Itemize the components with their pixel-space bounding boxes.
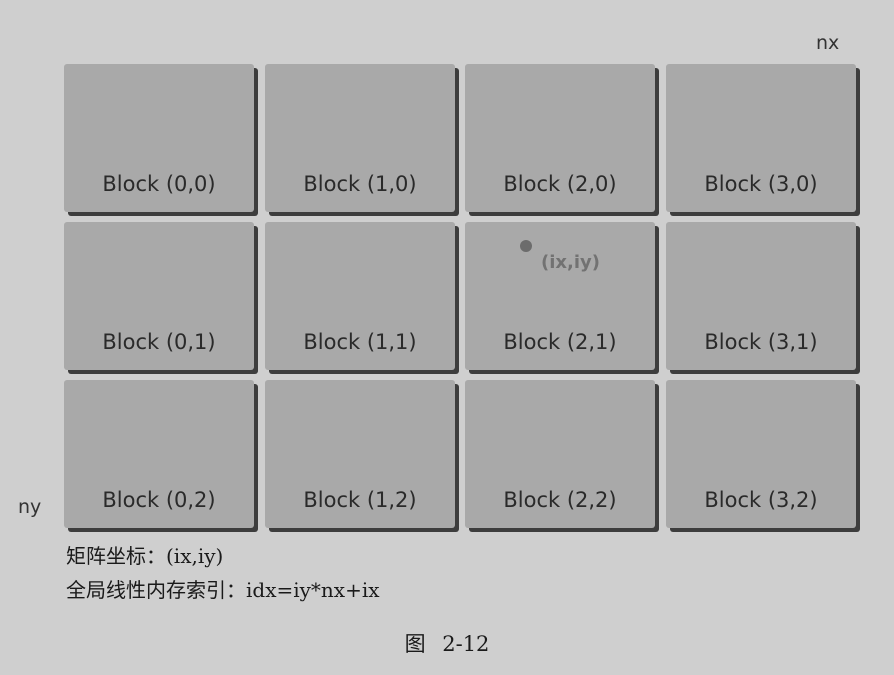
nx-axis-label: nx xyxy=(816,32,840,54)
block-3-2: Block (3,2) xyxy=(666,380,856,528)
thread-coordinate-label: (ix,iy) xyxy=(541,252,600,273)
block-1-2: Block (1,2) xyxy=(265,380,455,528)
block-label: Block (1,1) xyxy=(303,330,417,354)
block-label: Block (0,0) xyxy=(102,172,216,196)
block-label: Block (3,2) xyxy=(704,488,818,512)
block-label: Block (0,2) xyxy=(102,488,216,512)
block-2-2: Block (2,2) xyxy=(465,380,655,528)
block-label: Block (2,0) xyxy=(503,172,617,196)
block-label: Block (1,2) xyxy=(303,488,417,512)
block-0-2: Block (0,2) xyxy=(64,380,254,528)
block-0-1: Block (0,1) xyxy=(64,222,254,370)
block-label: Block (1,0) xyxy=(303,172,417,196)
block-3-1: Block (3,1) xyxy=(666,222,856,370)
block-grid: Block (0,0) Block (1,0) Block (2,0) Bloc… xyxy=(64,64,864,538)
block-label: Block (2,2) xyxy=(503,488,617,512)
ny-axis-label: ny xyxy=(18,496,42,518)
block-0-0: Block (0,0) xyxy=(64,64,254,212)
block-label: Block (0,1) xyxy=(102,330,216,354)
matrix-coordinate-caption: 矩阵坐标：(ix,iy) xyxy=(66,544,224,568)
block-1-1: Block (1,1) xyxy=(265,222,455,370)
global-index-caption: 全局线性内存索引：idx=iy*nx+ix xyxy=(66,578,380,602)
block-label: Block (3,0) xyxy=(704,172,818,196)
block-1-0: Block (1,0) xyxy=(265,64,455,212)
block-label: Block (3,1) xyxy=(704,330,818,354)
figure-number: 图 2-12 xyxy=(404,632,490,656)
block-label: Block (2,1) xyxy=(503,330,617,354)
thread-point-marker xyxy=(520,240,532,252)
block-2-0: Block (2,0) xyxy=(465,64,655,212)
block-2-1: (ix,iy) Block (2,1) xyxy=(465,222,655,370)
block-3-0: Block (3,0) xyxy=(666,64,856,212)
